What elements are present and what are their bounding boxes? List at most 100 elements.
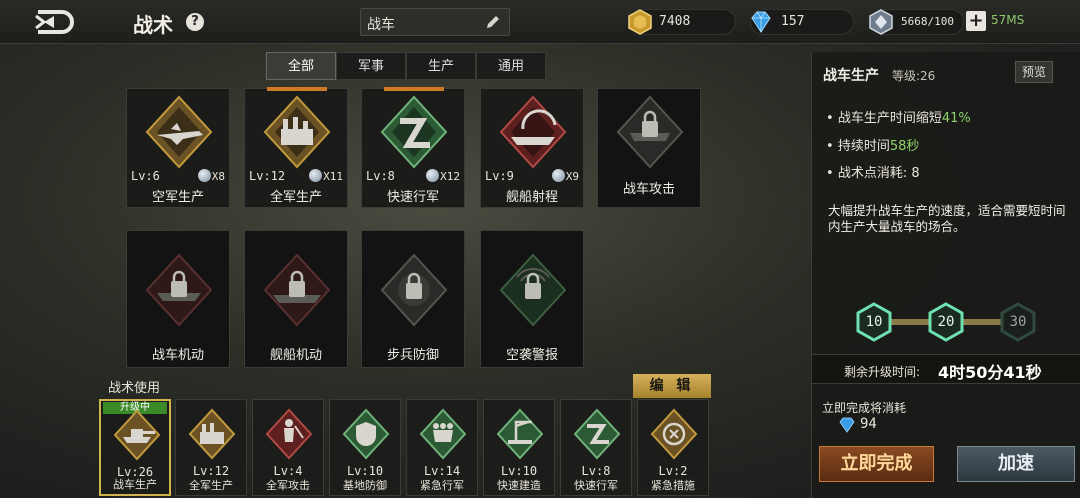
tactic-usage-label: 战术使用 xyxy=(108,381,161,396)
slot-name: 基地防御 xyxy=(343,479,387,492)
tactic-card-air-production[interactable]: Lv:6 X8 空军生产 xyxy=(126,88,230,208)
diamond-icon xyxy=(839,417,855,433)
new-indicator xyxy=(267,87,327,91)
tactic-card-fast-march[interactable]: Lv:8 X12 快速行军 xyxy=(361,87,465,208)
slot-level: Lv:10 xyxy=(346,464,384,478)
slot-name: 快速行军 xyxy=(574,479,618,492)
add-supply-button[interactable]: + xyxy=(966,11,986,31)
milestone-20: 20 xyxy=(937,314,955,330)
stat-production-time: • 战车生产时间缩短41% xyxy=(826,111,971,126)
crystal-icon xyxy=(309,169,323,182)
category-tabs: 全部 军事 生产 通用 xyxy=(266,52,546,80)
usage-slot-base-defense[interactable]: Lv:10 基地防御 xyxy=(329,399,401,496)
slot-level: Lv:8 xyxy=(581,464,611,478)
network-latency: 57MS xyxy=(991,13,1025,27)
ship-mobility-locked-icon xyxy=(263,253,331,327)
usage-slot-emergency-march[interactable]: Lv:14 紧急行军 xyxy=(406,399,478,496)
jet-emblem-icon xyxy=(145,95,213,169)
gold-counter: 7408 xyxy=(628,9,736,35)
tab-general[interactable]: 通用 xyxy=(476,52,546,80)
slot-level: Lv:2 xyxy=(658,464,688,478)
tank-mobility-locked-icon xyxy=(145,253,213,327)
usage-slot-tank-production[interactable]: 升级中 Lv:26 战车生产 xyxy=(99,399,171,496)
back-button[interactable] xyxy=(30,6,80,38)
tank-attack-locked-icon xyxy=(616,95,684,169)
crane-emblem-icon xyxy=(496,408,544,460)
remaining-time: 4时50分41秒 xyxy=(938,363,1042,382)
fast-march-emblem-icon xyxy=(573,408,621,460)
tactic-card-tank-attack[interactable]: 战车攻击 xyxy=(597,88,701,208)
air-raid-locked-icon xyxy=(499,253,567,327)
tactic-card-ship-mobility[interactable]: 舰船机动 xyxy=(244,230,348,368)
search-input[interactable]: 战车 xyxy=(360,8,510,36)
card-level: Lv:9 xyxy=(485,169,514,183)
card-level: Lv:8 xyxy=(366,169,395,183)
slot-name: 紧急行军 xyxy=(420,479,464,492)
slot-level: Lv:4 xyxy=(273,464,303,478)
card-name: 全军生产 xyxy=(269,190,322,205)
squad-emblem-icon xyxy=(419,408,467,460)
factory-emblem-icon xyxy=(188,408,236,460)
ship-range-emblem-icon xyxy=(499,95,567,169)
card-name: 战车攻击 xyxy=(622,182,675,197)
slot-name: 快速建造 xyxy=(497,479,541,492)
detail-title: 战车生产 xyxy=(823,68,879,84)
card-name: 舰船射程 xyxy=(505,190,558,205)
shield-emblem-icon xyxy=(342,408,390,460)
supply-counter: 5668/100 xyxy=(869,9,964,35)
card-name: 快速行军 xyxy=(386,190,439,205)
tactic-card-ship-range[interactable]: Lv:9 X9 舰船射程 xyxy=(480,88,584,208)
crystal-icon xyxy=(869,9,893,35)
preview-button[interactable]: 预览 xyxy=(1015,61,1053,83)
fast-march-emblem-icon xyxy=(380,95,448,169)
edit-button[interactable]: 编 辑 xyxy=(633,374,711,398)
tactic-card-air-raid-alert[interactable]: 空袭警报 xyxy=(480,230,584,368)
tab-all[interactable]: 全部 xyxy=(266,52,336,80)
slot-name: 战车生产 xyxy=(113,478,157,491)
tactic-card-tank-mobility[interactable]: 战车机动 xyxy=(126,230,230,368)
tactic-card-infantry-defense[interactable]: 步兵防御 xyxy=(361,230,465,368)
card-name: 步兵防御 xyxy=(386,348,439,363)
search-value: 战车 xyxy=(367,17,395,33)
tactic-detail-panel: 战车生产 等级:26 预览 • 战车生产时间缩短41% • 持续时间58秒 • … xyxy=(811,52,1080,498)
edit-pencil-icon[interactable] xyxy=(485,14,501,30)
diamond-icon xyxy=(751,11,771,33)
gem-value: 157 xyxy=(781,14,805,29)
tab-production[interactable]: 生产 xyxy=(406,52,476,80)
stat-duration: • 持续时间58秒 xyxy=(826,139,920,154)
usage-slot-all-attack[interactable]: Lv:4 全军攻击 xyxy=(252,399,324,496)
slot-name: 紧急措施 xyxy=(651,479,695,492)
slot-name: 全军生产 xyxy=(189,479,233,492)
infantry-defense-locked-icon xyxy=(380,253,448,327)
crystal-icon xyxy=(426,169,440,182)
card-name: 空袭警报 xyxy=(505,348,558,363)
tank-emblem-icon xyxy=(113,409,161,461)
card-count: X11 xyxy=(309,169,343,183)
remaining-time-bar: 剩余升级时间: 4时50分41秒 xyxy=(812,354,1080,384)
card-count: X8 xyxy=(197,169,225,183)
tab-military[interactable]: 军事 xyxy=(336,52,406,80)
usage-slot-fast-march[interactable]: Lv:8 快速行军 xyxy=(560,399,632,496)
slot-name: 全军攻击 xyxy=(266,479,310,492)
card-level: Lv:6 xyxy=(131,169,160,183)
slot-level: Lv:10 xyxy=(500,464,538,478)
help-icon[interactable]: ? xyxy=(186,13,204,31)
usage-slot-fast-build[interactable]: Lv:10 快速建造 xyxy=(483,399,555,496)
usage-slot-emergency-measures[interactable]: Lv:2 紧急措施 xyxy=(637,399,709,496)
gold-coin-icon xyxy=(628,9,652,35)
top-bar: 战术 ? 战车 7408 157 5668/100 + 57MS xyxy=(0,0,1080,44)
back-arrow-icon xyxy=(35,10,74,34)
usage-slot-all-production[interactable]: Lv:12 全军生产 xyxy=(175,399,247,496)
milestone-30: 30 xyxy=(1009,314,1027,330)
complete-now-button[interactable]: 立即完成 xyxy=(819,446,934,482)
emergency-emblem-icon xyxy=(650,408,698,460)
speed-up-button[interactable]: 加速 xyxy=(957,446,1075,482)
card-count: X9 xyxy=(551,169,579,183)
new-indicator xyxy=(384,87,444,91)
card-name: 战车机动 xyxy=(151,348,204,363)
card-name: 空军生产 xyxy=(151,190,204,205)
milestone-10: 10 xyxy=(865,314,883,330)
card-level: Lv:12 xyxy=(249,169,286,183)
detail-level: 等级:26 xyxy=(892,69,936,83)
tactic-card-all-production[interactable]: Lv:12 X11 全军生产 xyxy=(244,87,348,208)
